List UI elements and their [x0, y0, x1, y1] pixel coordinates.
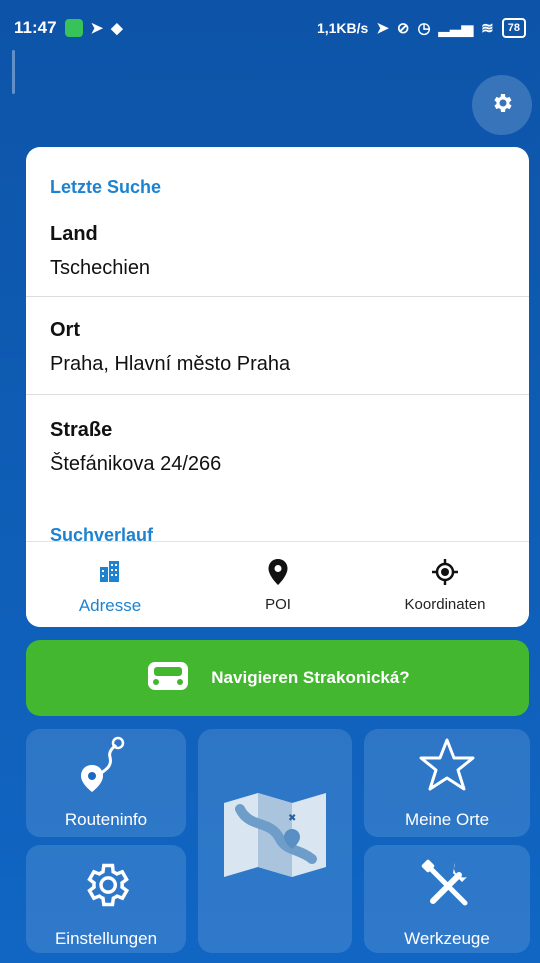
my-places-button[interactable]: Meine Orte [364, 729, 530, 837]
tools-icon [364, 857, 530, 913]
status-bar-right: 1,1KB/s ➤ ⊘ ◷ ▂▃▅ ≋ 78 [317, 18, 526, 38]
svg-text:✖: ✖ [288, 813, 296, 824]
gear-icon [26, 859, 186, 911]
field-city-value: Praha, Hlavní město Praha [50, 353, 291, 375]
navigation-icon: ◆ [111, 20, 123, 37]
field-country-value: Tschechien [50, 257, 151, 279]
divider [26, 296, 529, 297]
car-icon [145, 658, 191, 699]
map-button[interactable]: ✖ [198, 729, 352, 953]
city-icon [26, 558, 194, 584]
settings-button[interactable] [472, 75, 532, 135]
gear-icon [490, 91, 514, 120]
my-places-label: Meine Orte [404, 810, 490, 829]
recent-search-title: Letzte Suche [50, 177, 162, 197]
search-mode-tabs: Adresse POI Koordinaten [26, 541, 529, 627]
map-pin-icon [194, 558, 362, 586]
drawer-handle[interactable] [12, 50, 15, 94]
status-bar: 11:47 ➤ ◆ 1,1KB/s ➤ ⊘ ◷ ▂▃▅ ≋ 78 [0, 0, 540, 56]
tab-coordinates-label: Koordinaten [404, 596, 486, 613]
settings-tile-label: Einstellungen [54, 929, 158, 948]
tab-address[interactable]: Adresse [26, 542, 194, 627]
route-icon [26, 735, 186, 793]
location-arrow-icon: ➤ [90, 20, 104, 37]
navigate-button[interactable]: Navigieren Strakonická? [26, 640, 529, 716]
tab-coordinates[interactable]: Koordinaten [361, 542, 529, 627]
mute-icon: ⊘ [396, 20, 410, 37]
app-notification-icon [64, 19, 83, 37]
signal-icon: ▂▃▅ [438, 20, 474, 37]
alarm-icon: ◷ [417, 20, 431, 37]
crosshair-icon [361, 558, 529, 586]
field-street-label: Straße [50, 419, 113, 441]
field-country-label: Land [50, 223, 98, 245]
route-info-label: Routeninfo [64, 810, 148, 829]
star-icon [364, 737, 530, 793]
tab-poi[interactable]: POI [194, 542, 362, 627]
tools-button[interactable]: Werkzeuge [364, 845, 530, 953]
battery-icon: 78 [501, 18, 526, 38]
settings-tile[interactable]: Einstellungen [26, 845, 186, 953]
search-card: Letzte Suche Land Tschechien Ort Praha, … [26, 147, 529, 627]
status-bar-left: 11:47 ➤ ◆ [14, 18, 123, 38]
gps-icon: ➤ [376, 20, 389, 37]
map-icon: ✖ [198, 789, 352, 879]
wifi-icon: ≋ [481, 20, 494, 37]
tab-address-label: Adresse [78, 596, 142, 615]
network-speed: 1,1KB/s [316, 20, 369, 36]
tab-poi-label: POI [265, 596, 291, 613]
navigate-button-label: Navigieren Strakonická? [211, 668, 410, 687]
divider [26, 394, 529, 395]
status-time: 11:47 [14, 18, 57, 37]
tools-label: Werkzeuge [404, 929, 490, 948]
field-city-label: Ort [50, 319, 80, 341]
route-info-button[interactable]: Routeninfo [26, 729, 186, 837]
field-street-value: Štefánikova 24/266 [50, 453, 222, 475]
